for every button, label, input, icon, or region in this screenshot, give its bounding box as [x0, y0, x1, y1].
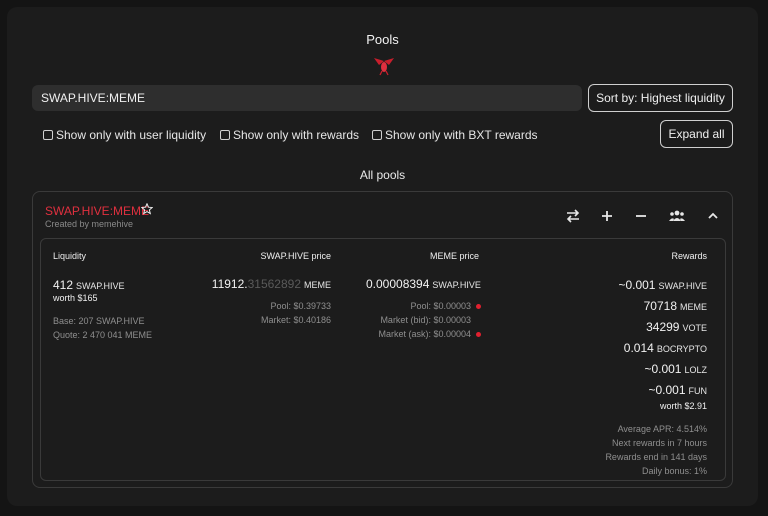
swaphive-price-header: SWAP.HIVE price: [260, 251, 331, 261]
reward-token: FUN: [688, 386, 708, 396]
filter-label: Show only with user liquidity: [56, 128, 207, 142]
meme-market-ask-text: Market (ask): $0.00004: [378, 329, 471, 339]
reward-item: 34299 VOTE: [646, 318, 707, 336]
reward-item: 0.014 BOCRYPTO: [624, 339, 707, 357]
swaphive-price: 11912.31562892 MEME: [212, 275, 331, 293]
checkbox-box[interactable]: [372, 130, 382, 140]
filter-bxt-rewards-checkbox[interactable]: Show only with BXT rewards: [372, 128, 538, 142]
reward-token: LOLZ: [684, 365, 707, 375]
liquidity-worth: worth $165: [53, 293, 98, 303]
plus-icon[interactable]: [600, 209, 614, 223]
pool-card: SWAP.HIVE:MEME Created by memehive Liqui…: [32, 191, 733, 488]
reward-amount: ~0.001: [644, 362, 682, 376]
meme-pool-price: Pool: $0.00003: [410, 301, 481, 311]
liquidity-amount: 412 SWAP.HIVE: [53, 276, 125, 294]
checkbox-box[interactable]: [43, 130, 53, 140]
rewards-daily-bonus: Daily bonus: 1%: [641, 466, 707, 476]
swaphive-pool-price: Pool: $0.39733: [270, 301, 331, 311]
rewards-end: Rewards end in 141 days: [605, 452, 707, 462]
reward-item: ~0.001 FUN: [648, 381, 707, 399]
reward-amount: 0.014: [623, 341, 654, 355]
pool-creator: Created by memehive: [45, 219, 134, 229]
filter-rewards-checkbox[interactable]: Show only with rewards: [220, 128, 359, 142]
filter-label: Show only with BXT rewards: [385, 128, 538, 142]
reward-item: 70718 MEME: [644, 297, 707, 315]
reward-token: MEME: [680, 302, 707, 312]
meme-market-bid: Market (bid): $0.00003: [380, 315, 471, 325]
liquidity-unit: SWAP.HIVE: [76, 281, 125, 291]
reward-amount: ~0.001: [618, 278, 656, 292]
swaphive-price-decimals: 31562892: [247, 277, 301, 291]
reward-amount: 34299: [646, 320, 680, 334]
rewards-next: Next rewards in 7 hours: [611, 438, 707, 448]
swaphive-price-unit: MEME: [304, 280, 331, 290]
liquidity-header: Liquidity: [53, 251, 87, 261]
liquidity-value: 412: [53, 278, 74, 292]
section-heading: All pools: [359, 168, 406, 182]
swap-icon[interactable]: [566, 209, 580, 223]
alert-dot-icon: [476, 304, 481, 310]
alert-dot-icon: [476, 332, 481, 338]
meme-market-ask: Market (ask): $0.00004: [378, 329, 481, 339]
checkbox-box[interactable]: [220, 130, 230, 140]
pools-panel: Pools Sort by: Highest liquidity Show on…: [7, 7, 758, 506]
reward-item: ~0.001 LOLZ: [644, 360, 707, 378]
rewards-worth: worth $2.91: [659, 401, 707, 411]
minus-icon[interactable]: [634, 209, 648, 223]
reward-token: SWAP.HIVE: [658, 281, 707, 291]
bee-logo-icon: [374, 58, 394, 76]
reward-amount: ~0.001: [648, 383, 686, 397]
filter-user-liquidity-checkbox[interactable]: Show only with user liquidity: [43, 128, 206, 142]
meme-price-value: 0.00008394: [366, 277, 430, 291]
liquidity-quote: Quote: 2 470 041 MEME: [53, 330, 153, 340]
page-title: Pools: [366, 32, 399, 47]
expand-all-button[interactable]: Expand all: [660, 120, 733, 148]
rewards-header: Rewards: [671, 251, 707, 261]
swaphive-market-price: Market: $0.40186: [260, 315, 331, 325]
reward-token: VOTE: [682, 323, 707, 333]
swaphive-price-value: 11912.: [211, 277, 248, 291]
chevron-up-icon[interactable]: [706, 209, 720, 223]
meme-pool-price-text: Pool: $0.00003: [410, 301, 471, 311]
search-input[interactable]: [32, 85, 582, 111]
sort-button[interactable]: Sort by: Highest liquidity: [588, 84, 733, 112]
users-icon[interactable]: [669, 209, 685, 223]
liquidity-base: Base: 207 SWAP.HIVE: [53, 316, 145, 326]
reward-token: BOCRYPTO: [656, 344, 707, 354]
star-icon[interactable]: [141, 203, 153, 215]
reward-item: ~0.001 SWAP.HIVE: [618, 276, 707, 294]
rewards-apr: Average APR: 4.514%: [617, 424, 707, 434]
filter-label: Show only with rewards: [233, 128, 360, 142]
meme-price-unit: SWAP.HIVE: [432, 280, 481, 290]
reward-amount: 70718: [643, 299, 677, 313]
pool-details: Liquidity 412 SWAP.HIVE worth $165 Base: …: [40, 238, 726, 481]
meme-price: 0.00008394 SWAP.HIVE: [366, 275, 481, 293]
pool-name-link[interactable]: SWAP.HIVE:MEME: [45, 204, 149, 218]
meme-price-header: MEME price: [430, 251, 480, 261]
